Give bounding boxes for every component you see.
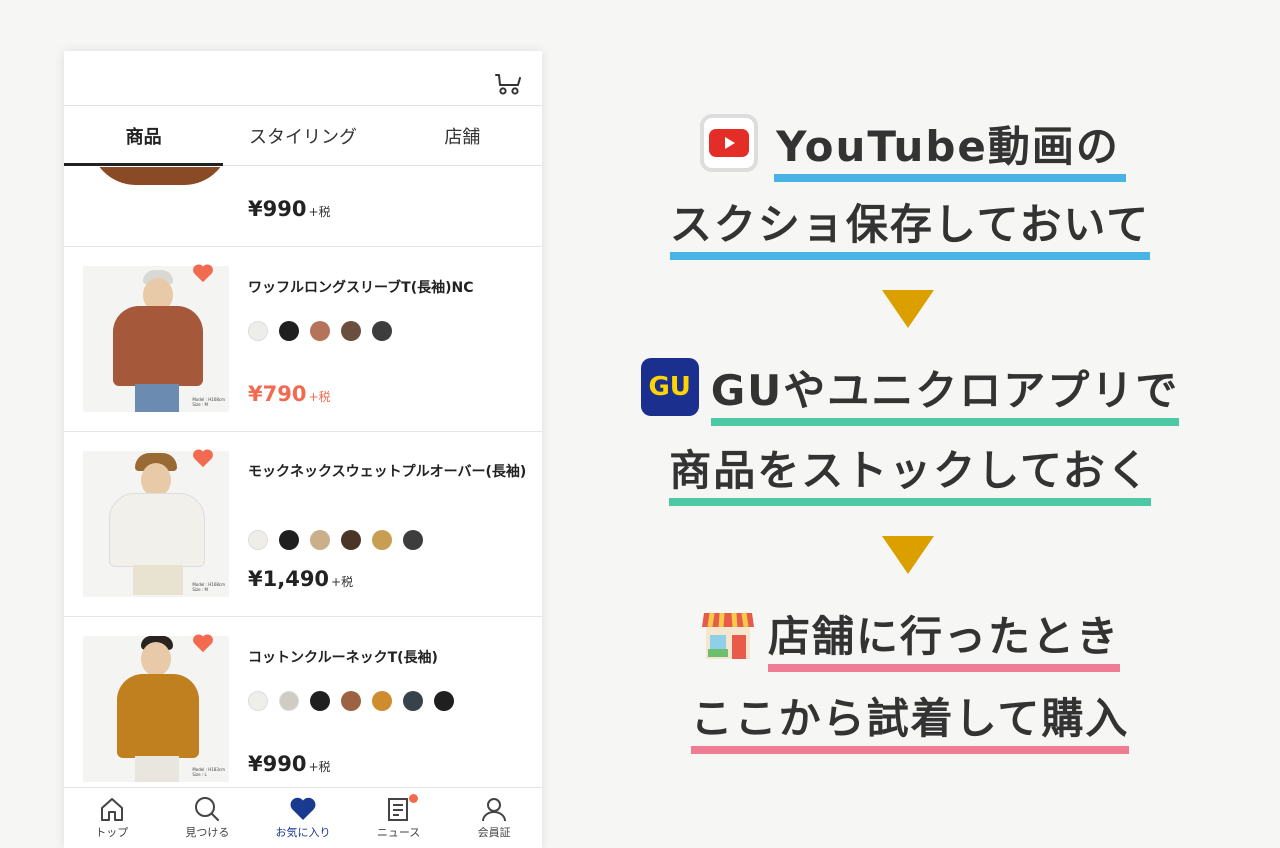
- step1-line2: スクショ保存しておいて: [630, 186, 1190, 260]
- color-swatch[interactable]: [310, 530, 330, 550]
- step-text: ここから試着して購入: [690, 685, 1130, 754]
- color-swatches: [248, 530, 423, 550]
- heart-icon: [290, 797, 316, 820]
- color-swatch[interactable]: [434, 691, 454, 711]
- color-swatch[interactable]: [372, 321, 392, 341]
- product-name[interactable]: ワッフルロングスリーブT(長袖)NC: [248, 276, 528, 300]
- cart-icon[interactable]: [494, 72, 522, 96]
- step-text: YouTube動画の: [774, 113, 1126, 182]
- nav-top[interactable]: トップ: [64, 788, 160, 848]
- app-header: [64, 51, 542, 106]
- down-arrow-icon: [882, 290, 934, 328]
- youtube-icon: [700, 114, 759, 172]
- nav-favorites[interactable]: お気に入り: [255, 788, 351, 848]
- user-icon: [482, 798, 507, 822]
- model-caption: Model : H168cm Size : M: [192, 397, 225, 408]
- nav-label: 会員証: [477, 826, 511, 839]
- color-swatch[interactable]: [341, 530, 361, 550]
- list-item[interactable]: Model : H168cm Size : M ワッフルロングスリーブT(長袖)N…: [64, 247, 542, 432]
- favorites-tabs: 商品 スタイリング 店舗: [64, 106, 542, 166]
- product-image: [90, 167, 230, 185]
- tab-products[interactable]: 商品: [64, 106, 224, 166]
- product-image[interactable]: Model : H168cm Size : M: [83, 266, 229, 412]
- step-text: 商品をストックしておく: [669, 437, 1151, 506]
- color-swatch[interactable]: [341, 691, 361, 711]
- product-price: ¥790 +税: [248, 382, 331, 406]
- list-item[interactable]: Model : H168cm Size : M モックネックスウェットプルオーバー…: [64, 432, 542, 617]
- nav-news[interactable]: ニュース: [351, 788, 447, 848]
- step3-line2: ここから試着して購入: [630, 680, 1190, 754]
- product-list: ¥990 +税 Model : H168cm Size : M ワッフルロングスリー…: [64, 167, 542, 787]
- nav-label: 見つける: [185, 826, 230, 839]
- color-swatch[interactable]: [403, 530, 423, 550]
- product-price: ¥1,490 +税: [248, 567, 354, 591]
- list-item[interactable]: Model : H183cm Size : L コットンクルーネックT(長袖) ¥…: [64, 617, 542, 787]
- product-name[interactable]: コットンクルーネックT(長袖): [248, 646, 528, 670]
- color-swatch[interactable]: [310, 691, 330, 711]
- nav-member-card[interactable]: 会員証: [446, 788, 542, 848]
- step-text: 店舗に行ったとき: [767, 603, 1120, 672]
- product-price: ¥990 +税: [248, 752, 331, 776]
- model-caption: Model : H183cm Size : L: [192, 767, 225, 778]
- down-arrow-icon: [882, 536, 934, 574]
- bottom-nav: トップ 見つける お気に入り ニュース 会員証: [64, 787, 542, 848]
- list-item[interactable]: ¥990 +税: [64, 167, 542, 247]
- step2-line2: 商品をストックしておく: [620, 432, 1200, 506]
- home-icon: [100, 798, 123, 821]
- color-swatch[interactable]: [279, 321, 299, 341]
- color-swatch[interactable]: [372, 530, 392, 550]
- step2-line1: GU GUやユニクロアプリで: [600, 352, 1220, 426]
- product-price: ¥990 +税: [248, 197, 331, 221]
- store-icon: [701, 612, 754, 659]
- tab-styling[interactable]: スタイリング: [223, 106, 382, 165]
- model-caption: Model : H168cm Size : M: [192, 582, 225, 593]
- heart-icon[interactable]: [192, 447, 214, 469]
- color-swatch[interactable]: [310, 321, 330, 341]
- search-icon: [195, 797, 220, 821]
- nav-label: トップ: [95, 826, 129, 839]
- app-screen: 商品 スタイリング 店舗 ¥990 +税 Model : H168cm Size :…: [64, 51, 542, 848]
- nav-label: お気に入り: [275, 826, 331, 839]
- color-swatches: [248, 691, 454, 711]
- color-swatch[interactable]: [248, 691, 268, 711]
- step-text: スクショ保存しておいて: [669, 191, 1151, 260]
- nav-find[interactable]: 見つける: [160, 788, 256, 848]
- tab-stores[interactable]: 店舗: [383, 106, 542, 165]
- color-swatch[interactable]: [403, 691, 423, 711]
- color-swatch[interactable]: [341, 321, 361, 341]
- step3-line1: 店舗に行ったとき: [630, 598, 1190, 672]
- heart-icon[interactable]: [192, 262, 214, 284]
- color-swatch[interactable]: [248, 321, 268, 341]
- step-text: GUやユニクロアプリで: [710, 357, 1180, 426]
- color-swatch[interactable]: [372, 691, 392, 711]
- color-swatches: [248, 321, 392, 341]
- product-image[interactable]: Model : H183cm Size : L: [83, 636, 229, 782]
- nav-label: ニュース: [376, 826, 421, 839]
- color-swatch[interactable]: [279, 691, 299, 711]
- heart-icon[interactable]: [192, 632, 214, 654]
- color-swatch[interactable]: [279, 530, 299, 550]
- step1-line1: YouTube動画の: [630, 108, 1190, 182]
- color-swatch[interactable]: [248, 530, 268, 550]
- product-image[interactable]: Model : H168cm Size : M: [83, 451, 229, 597]
- gu-logo-icon: GU: [640, 358, 699, 416]
- product-name[interactable]: モックネックスウェットプルオーバー(長袖): [248, 460, 528, 484]
- notification-badge: [408, 794, 418, 803]
